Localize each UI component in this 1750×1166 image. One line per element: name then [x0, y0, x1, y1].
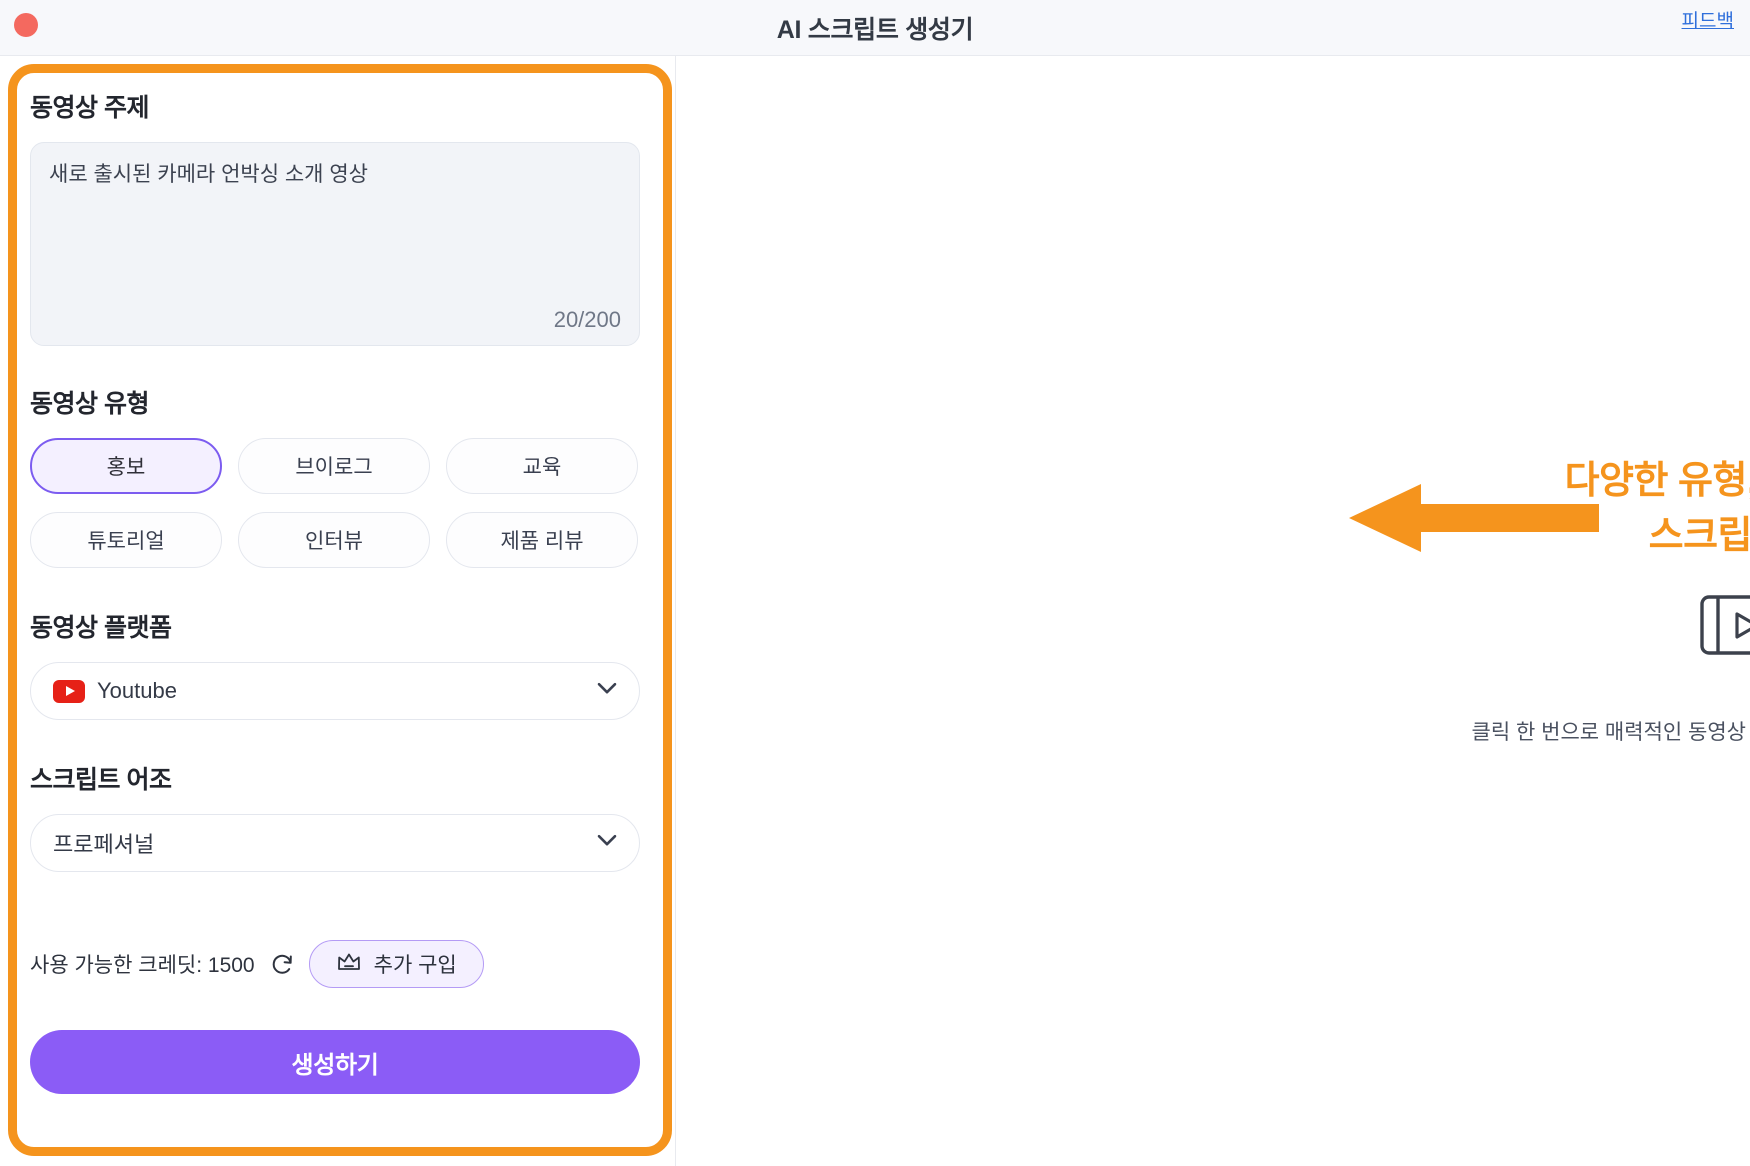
video-type-chip-vlog[interactable]: 브이로그	[238, 438, 430, 494]
video-type-chip-interview[interactable]: 인터뷰	[238, 512, 430, 568]
character-counter: 20/200	[553, 307, 621, 332]
annotation-line-1: 다양한 유형, 플랫폼 및 어조에 맞춘	[1564, 460, 1750, 502]
feedback-link[interactable]: 피드백	[1682, 6, 1734, 33]
video-type-chip-product-review[interactable]: 제품 리뷰	[446, 512, 638, 568]
page-title: AI 스크립트 생성기	[776, 15, 974, 44]
empty-state: 클릭 한 번으로 매력적인 동영상 스크립트가 여기에 표시됩니다.	[1336, 591, 1750, 746]
video-type-chip-tutorial[interactable]: 튜토리얼	[30, 512, 222, 568]
chevron-down-icon	[597, 680, 617, 698]
preview-panel: 다양한 유형, 플랫폼 및 어조에 맞춘 스크립트 자동 생성 가능 클릭 한 …	[676, 56, 1750, 1166]
generate-button[interactable]: 생성하기	[30, 1030, 640, 1094]
script-tone-value: 프로페셔널	[53, 832, 155, 857]
video-platform-label: 동영상 플랫폼	[30, 614, 172, 642]
crown-icon	[336, 950, 362, 979]
annotation-line-2: 스크립트 자동 생성 가능	[1648, 515, 1750, 558]
buy-credits-button[interactable]: 추가 구입	[308, 940, 484, 988]
video-topic-label: 동영상 주제	[30, 94, 149, 122]
refresh-icon[interactable]	[269, 951, 295, 977]
video-script-icon	[1696, 591, 1750, 667]
credits-label: 사용 가능한 크레딧: 1500	[30, 954, 255, 977]
script-tone-select[interactable]: 프로페셔널	[30, 814, 640, 872]
video-topic-input[interactable]: 새로 출시된 카메라 언박싱 소개 영상 20/200	[30, 142, 640, 346]
content-area: 동영상 주제 새로 출시된 카메라 언박싱 소개 영상 20/200 동영상 유…	[0, 56, 1750, 1166]
video-platform-value: Youtube	[97, 678, 177, 703]
video-platform-select[interactable]: Youtube	[30, 662, 640, 720]
video-type-options: 홍보 브이로그 교육 튜토리얼 인터뷰 제품 리뷰	[30, 438, 640, 568]
youtube-icon	[53, 679, 85, 703]
video-type-label: 동영상 유형	[30, 390, 149, 418]
script-tone-label: 스크립트 어조	[30, 766, 172, 794]
buy-credits-label: 추가 구입	[373, 954, 457, 977]
title-bar: AI 스크립트 생성기 피드백	[0, 0, 1750, 56]
script-settings-form: 동영상 주제 새로 출시된 카메라 언박싱 소개 영상 20/200 동영상 유…	[30, 88, 640, 1094]
empty-state-caption: 클릭 한 번으로 매력적인 동영상 스크립트가 여기에 표시됩니다.	[1471, 721, 1750, 744]
credits-row: 사용 가능한 크레딧: 1500 추가 구입	[30, 940, 640, 988]
video-topic-value: 새로 출시된 카메라 언박싱 소개 영상	[49, 163, 368, 186]
chevron-down-icon	[597, 832, 617, 850]
app-window: AI 스크립트 생성기 피드백 동영상 주제 새로 출시된 카메라 언박싱 소개…	[0, 0, 1750, 1166]
video-type-chip-promo[interactable]: 홍보	[30, 438, 222, 494]
feature-annotation: 다양한 유형, 플랫폼 및 어조에 맞춘 스크립트 자동 생성 가능	[1436, 454, 1750, 564]
settings-panel: 동영상 주제 새로 출시된 카메라 언박싱 소개 영상 20/200 동영상 유…	[0, 56, 676, 1166]
video-type-chip-education[interactable]: 교육	[446, 438, 638, 494]
